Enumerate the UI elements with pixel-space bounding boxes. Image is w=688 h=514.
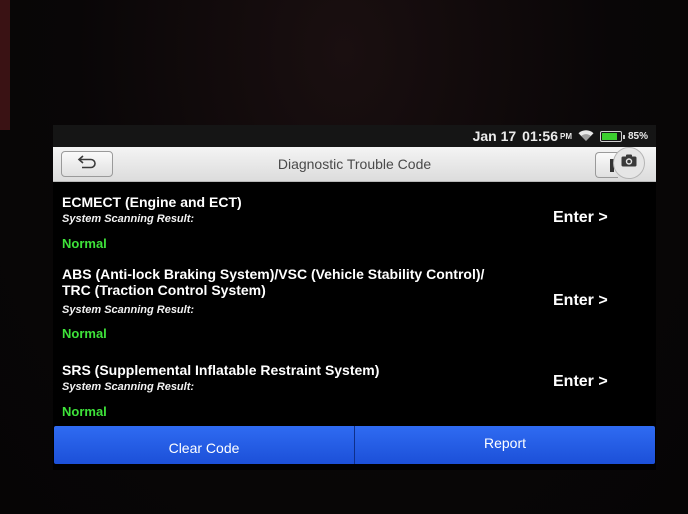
list-item: ECMECT (Engine and ECT) System Scanning … bbox=[53, 182, 656, 254]
scan-result-value: Normal bbox=[62, 236, 107, 251]
system-list: ECMECT (Engine and ECT) System Scanning … bbox=[53, 182, 656, 426]
battery-icon bbox=[599, 130, 625, 142]
system-name: SRS (Supplemental Inflatable Restraint S… bbox=[62, 362, 380, 378]
status-ampm: PM bbox=[559, 131, 572, 141]
scan-result-label: System Scanning Result: bbox=[62, 213, 195, 225]
status-date: Jan 17 bbox=[472, 128, 517, 144]
battery-percent: 85% bbox=[627, 130, 648, 142]
enter-button[interactable]: Enter > bbox=[553, 209, 608, 227]
system-name: ECMECT (Engine and ECT) bbox=[62, 194, 242, 210]
page-title: Diagnostic Trouble Code bbox=[277, 156, 432, 172]
scan-result-value: Normal bbox=[62, 326, 107, 341]
title-bar: Diagnostic Trouble Code bbox=[53, 147, 656, 182]
status-right-group: Jan 17 01:56 PM 85% bbox=[473, 128, 648, 144]
list-item: SRS (Supplemental Inflatable Restraint S… bbox=[53, 350, 656, 426]
system-name: ABS (Anti-lock Braking System)/VSC (Vehi… bbox=[62, 266, 485, 282]
status-time: 01:56 bbox=[522, 128, 558, 144]
battery-fill bbox=[601, 132, 617, 140]
device-screen: Jan 17 01:56 PM 85% Diagnostic Trouble C… bbox=[53, 125, 656, 470]
scan-result-label: System Scanning Result: bbox=[62, 304, 195, 316]
system-name-line2: TRC (Traction Control System) bbox=[62, 282, 266, 298]
list-item: ABS (Anti-lock Braking System)/VSC (Vehi… bbox=[53, 254, 656, 350]
report-button[interactable]: Report bbox=[355, 426, 655, 464]
wifi-icon bbox=[578, 130, 594, 142]
camera-icon bbox=[621, 154, 637, 172]
bottom-action-bar: Clear Code Report bbox=[54, 426, 655, 464]
status-bar: Jan 17 01:56 PM 85% bbox=[53, 125, 656, 147]
screenshot-button[interactable] bbox=[613, 147, 645, 179]
enter-button[interactable]: Enter > bbox=[553, 292, 608, 310]
bezel-edge bbox=[0, 0, 10, 130]
clear-code-button[interactable]: Clear Code bbox=[54, 426, 355, 464]
scan-result-value: Normal bbox=[62, 404, 107, 419]
enter-button[interactable]: Enter > bbox=[553, 373, 608, 391]
scan-result-label: System Scanning Result: bbox=[62, 381, 195, 393]
